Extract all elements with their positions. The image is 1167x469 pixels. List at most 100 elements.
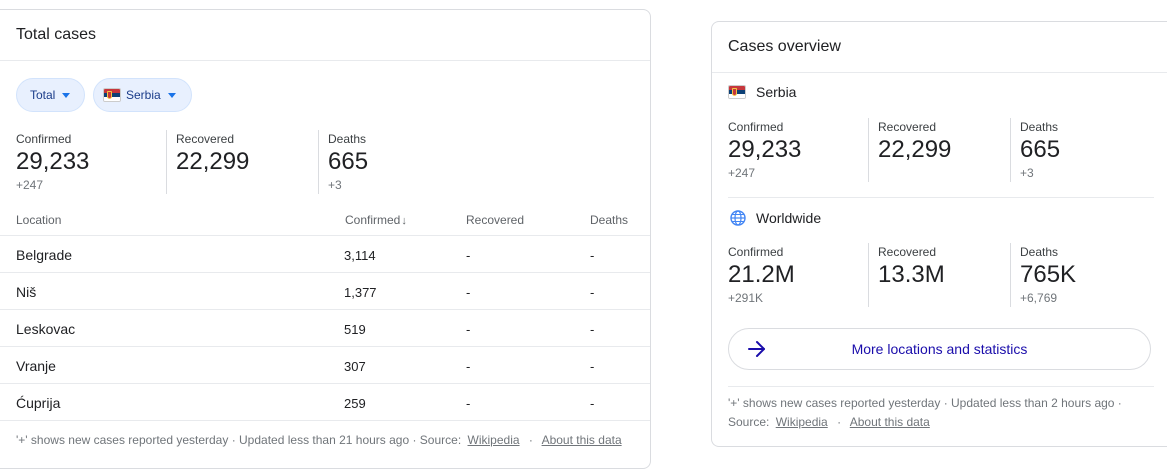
col-header-confirmed[interactable]: Confirmed↓: [345, 213, 407, 227]
stat-value: 22,299: [878, 136, 952, 163]
cell-recovered: -: [466, 359, 471, 374]
divider: [0, 60, 650, 61]
cell-confirmed: 3,114: [344, 248, 376, 263]
more-locations-button[interactable]: More locations and statistics: [728, 328, 1151, 370]
cell-recovered: -: [466, 285, 471, 300]
stat-recovered: Recovered 22,299: [878, 119, 951, 165]
country-dropdown-label: Serbia: [126, 88, 161, 102]
stat-label: Deaths: [328, 132, 367, 146]
sort-arrow-down-icon: ↓: [401, 215, 407, 227]
footer-text: '+' shows new cases reported yesterday ·…: [16, 433, 462, 447]
caret-down-icon: [62, 92, 71, 98]
serbia-flag-icon: [103, 88, 121, 102]
stat-confirmed: Confirmed 21.2M +291K: [728, 244, 795, 306]
footer-note-line1: '+' shows new cases reported yesterday ·…: [728, 396, 1122, 410]
cell-confirmed: 519: [344, 322, 366, 337]
stat-label: Recovered: [176, 132, 235, 146]
cell-deaths: -: [590, 359, 595, 374]
col-header-recovered[interactable]: Recovered: [466, 213, 524, 227]
footer-separator: ·: [528, 433, 533, 447]
footer-separator: ·: [837, 415, 842, 429]
divider: [0, 309, 650, 310]
stat-delta: +6,769: [1020, 291, 1058, 305]
divider: [0, 272, 650, 273]
section-heading-label: Serbia: [756, 84, 797, 100]
divider: [868, 243, 869, 307]
stat-recovered: Recovered 13.3M: [878, 244, 945, 290]
col-header-deaths[interactable]: Deaths: [590, 213, 628, 227]
cell-location: Niš: [16, 284, 37, 300]
divider: [868, 118, 869, 182]
stat-label: Confirmed: [728, 245, 784, 259]
section-heading-label: Worldwide: [756, 210, 822, 226]
cell-recovered: -: [466, 248, 471, 263]
divider: [1010, 243, 1011, 307]
stat-label: Confirmed: [728, 120, 784, 134]
stat-label: Confirmed: [16, 132, 72, 146]
divider: [1010, 118, 1011, 182]
divider: [166, 130, 167, 194]
stat-deaths: Deaths 665 +3: [328, 131, 368, 193]
stat-label: Deaths: [1020, 245, 1059, 259]
cell-deaths: -: [590, 396, 595, 411]
footer-note: '+' shows new cases reported yesterday ·…: [16, 433, 622, 447]
stat-value: 21.2M: [728, 261, 795, 288]
serbia-section-heading: Serbia: [728, 84, 796, 100]
footer-source-label: Source:: [728, 415, 770, 429]
divider: [0, 346, 650, 347]
stat-value: 29,233: [16, 148, 90, 175]
stat-delta: +3: [1020, 166, 1034, 180]
divider: [0, 235, 650, 236]
cell-location: Vranje: [16, 358, 56, 374]
col-header-location[interactable]: Location: [16, 213, 61, 227]
cell-confirmed: 259: [344, 396, 366, 411]
total-dropdown[interactable]: Total: [16, 78, 85, 112]
stat-delta: +3: [328, 178, 342, 192]
divider: [712, 72, 1167, 73]
cell-location: Ćuprija: [16, 395, 61, 411]
cell-location: Leskovac: [16, 321, 76, 337]
stat-value: 665: [328, 148, 369, 175]
total-dropdown-label: Total: [30, 88, 56, 102]
divider: [728, 197, 1154, 198]
cell-deaths: -: [590, 248, 595, 263]
about-this-data-link[interactable]: About this data: [850, 415, 930, 429]
divider: [318, 130, 319, 194]
stat-deaths: Deaths 665 +3: [1020, 119, 1060, 181]
country-dropdown[interactable]: Serbia: [93, 78, 192, 112]
cell-location: Belgrade: [16, 247, 73, 263]
stat-label: Recovered: [878, 120, 937, 134]
globe-icon: [730, 210, 746, 226]
stat-recovered: Recovered 22,299: [176, 131, 249, 177]
stat-label: Recovered: [878, 245, 937, 259]
stat-confirmed: Confirmed 29,233 +247: [16, 131, 89, 193]
cell-recovered: -: [466, 396, 471, 411]
stat-value: 29,233: [728, 136, 802, 163]
cell-recovered: -: [466, 322, 471, 337]
worldwide-section-heading: Worldwide: [730, 210, 821, 226]
card-title: Cases overview: [728, 38, 841, 55]
stat-label: Deaths: [1020, 120, 1059, 134]
source-wikipedia-link[interactable]: Wikipedia: [776, 415, 828, 429]
stat-confirmed: Confirmed 29,233 +247: [728, 119, 801, 181]
stat-delta: +291K: [728, 291, 764, 305]
divider: [0, 420, 650, 421]
serbia-flag-icon: [728, 85, 746, 99]
about-this-data-link[interactable]: About this data: [542, 433, 622, 447]
divider: [728, 386, 1154, 387]
more-locations-label: More locations and statistics: [851, 341, 1028, 357]
source-wikipedia-link[interactable]: Wikipedia: [468, 433, 520, 447]
caret-down-icon: [167, 92, 176, 98]
cell-deaths: -: [590, 285, 595, 300]
cases-overview-card: Cases overview Serbia Confirmed 29,233 +…: [711, 21, 1167, 447]
col-header-confirmed-label: Confirmed: [345, 213, 401, 227]
stat-value: 765K: [1020, 261, 1077, 288]
card-title: Total cases: [16, 26, 97, 43]
stat-value: 13.3M: [878, 261, 945, 288]
stat-value: 22,299: [176, 148, 250, 175]
stat-value: 665: [1020, 136, 1061, 163]
divider: [0, 383, 650, 384]
cell-confirmed: 1,377: [344, 285, 377, 300]
footer-note-line2: Source: Wikipedia · About this data: [728, 415, 930, 429]
stat-deaths: Deaths 765K +6,769: [1020, 244, 1076, 306]
